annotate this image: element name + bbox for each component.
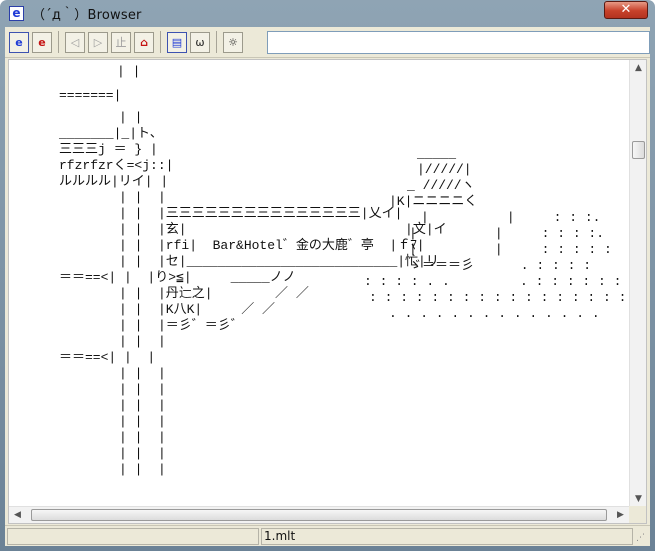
forward-cat-icon[interactable]: ▷ bbox=[88, 31, 108, 53]
ascii-art-line: | | | bbox=[119, 382, 166, 397]
ascii-art-line: rfzrfzrく=<j::| bbox=[59, 158, 174, 173]
stop-icon[interactable]: 止 bbox=[111, 31, 131, 53]
ascii-art-line: | | | bbox=[119, 398, 166, 413]
status-bar: 1.mlt ⋰ bbox=[5, 525, 650, 546]
ascii-art-line: | | | bbox=[119, 430, 166, 445]
ascii-art-line: | | : : : :. bbox=[409, 226, 605, 241]
scrollbar-corner bbox=[629, 506, 646, 523]
ascii-art-line: | | |玄| |文|イ bbox=[119, 222, 447, 237]
ascii-art-line: |K|ニニニニく bbox=[389, 194, 478, 209]
ascii-art-line: | | | bbox=[119, 190, 166, 205]
status-filename: 1.mlt bbox=[261, 527, 633, 545]
ascii-art-line: 三三三j ＝ } | bbox=[59, 142, 158, 157]
ascii-art-line: ＝＝==<| | | bbox=[59, 350, 156, 365]
url-input[interactable] bbox=[267, 31, 650, 54]
ascii-art-line: | | | bbox=[119, 334, 166, 349]
scroll-up-icon[interactable]: ▲ bbox=[630, 60, 646, 77]
ascii-art-line: | | | bbox=[119, 366, 166, 381]
ascii-art-line: | | | bbox=[119, 462, 166, 477]
ascii-art-canvas: | | =======| | | _______|_|ト、 三三三j ＝ } | rfzr… bbox=[9, 60, 629, 508]
browser-window: e （´д｀）Browser ✕ e e ◁ ▷ 止 ⌂ ▤ ω ☼ | | ==… bbox=[0, 0, 655, 551]
ascii-art-line: | | |セ|___________________________|忙|リ bbox=[119, 254, 439, 269]
vertical-scroll-thumb[interactable] bbox=[632, 141, 645, 159]
window-list-icon[interactable]: ▤ bbox=[167, 31, 187, 53]
ie-page-icon[interactable]: e bbox=[9, 31, 29, 53]
ascii-art-line: _____ bbox=[417, 146, 457, 161]
ie-app-icon[interactable]: e bbox=[9, 6, 24, 21]
client-area: e e ◁ ▷ 止 ⌂ ▤ ω ☼ | | =======| | | _______|… bbox=[5, 27, 650, 546]
window-title: （´д｀）Browser bbox=[32, 8, 142, 23]
ascii-art-line: _ /////ヽ bbox=[407, 178, 475, 193]
ascii-art-line: | | |K八K| ／ ／ bbox=[119, 302, 276, 317]
close-button[interactable]: ✕ bbox=[604, 1, 648, 19]
back-cat-icon[interactable]: ◁ bbox=[65, 31, 85, 53]
toolbar-separator bbox=[160, 31, 161, 53]
ascii-art-line: . . . . . . . . . . . . . . bbox=[389, 306, 600, 321]
ascii-art-line: | | : : :. bbox=[421, 210, 601, 225]
ascii-art-line: ゞ＝＝＝彡 . : : : : bbox=[409, 258, 592, 273]
horizontal-scrollbar[interactable]: ◀ ▶ bbox=[9, 506, 629, 523]
vertical-scrollbar[interactable]: ▲ ▼ bbox=[629, 60, 646, 508]
mona-refresh-icon[interactable]: ☼ bbox=[223, 31, 243, 53]
toolbar: e e ◁ ▷ 止 ⌂ ▤ ω ☼ bbox=[5, 27, 650, 58]
resize-grip-icon[interactable]: ⋰ bbox=[636, 532, 648, 544]
home-icon[interactable]: ⌂ bbox=[134, 31, 154, 53]
ie-red-page-icon[interactable]: e bbox=[32, 31, 52, 53]
ascii-art-line: | | |rfi| Bar&Hotel゛金の大鹿゛亭 |ｆﾏ| bbox=[119, 238, 425, 253]
ascii-art-line: | | : : : : : bbox=[409, 242, 612, 257]
ascii-art-line: | | bbox=[117, 64, 141, 79]
ascii-art-line: =======| bbox=[59, 88, 122, 103]
ascii-art-line: | | |三三三三三三三三三三三三三三三|乂イ| bbox=[119, 206, 403, 221]
toolbar-separator bbox=[216, 31, 217, 53]
ascii-art-line: : : : : : : : : : : : : : : : : : : bbox=[369, 290, 629, 305]
content-view[interactable]: | | =======| | | _______|_|ト、 三三三j ＝ } | rfzr… bbox=[8, 59, 647, 524]
title-bar[interactable]: e （´д｀）Browser ✕ bbox=[5, 0, 650, 27]
status-panel-empty bbox=[7, 527, 259, 545]
scroll-left-icon[interactable]: ◀ bbox=[9, 507, 26, 523]
ascii-art-line: | | | bbox=[119, 414, 166, 429]
toolbar-separator bbox=[58, 31, 59, 53]
ascii-art-line: | | bbox=[119, 110, 143, 125]
ascii-art-line: | | |丹辷之| ／ ／ bbox=[119, 286, 309, 301]
ascii-art-line: |/////| bbox=[417, 162, 472, 177]
ascii-art-line: : : : : . . . : : : : : : bbox=[364, 274, 622, 289]
ascii-art-line: ＝＝==<| | |り>≦| _____ノノ bbox=[59, 270, 296, 285]
mona-face-icon[interactable]: ω bbox=[190, 31, 210, 53]
ascii-art-line: _______|_|ト、 bbox=[59, 126, 163, 141]
scroll-right-icon[interactable]: ▶ bbox=[612, 507, 629, 523]
ascii-art-line: | | |＝彡゛＝彡゛ bbox=[119, 318, 244, 333]
ascii-art-line: ルルルル|リイ| | bbox=[59, 174, 169, 189]
ascii-art-line: | | | bbox=[119, 446, 166, 461]
horizontal-scroll-thumb[interactable] bbox=[31, 509, 607, 521]
